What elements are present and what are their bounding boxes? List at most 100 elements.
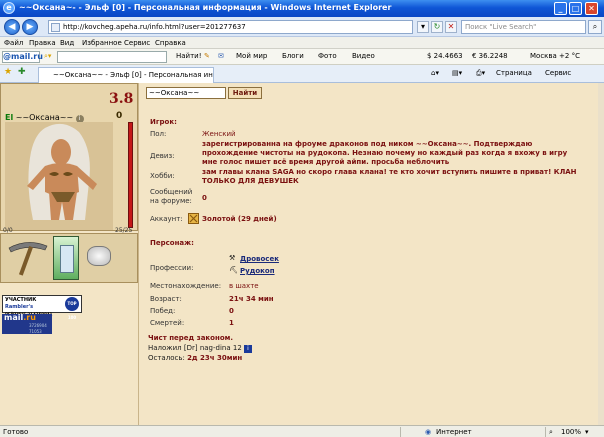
- zone-text: Интернет: [436, 428, 472, 436]
- location-value: в шахте: [229, 282, 259, 290]
- hobby-value: зам главы клана SAGA но скоро глава клан…: [202, 168, 577, 185]
- character-panel: 3.8 El ~~Оксана~~ i 0 0/0 25/25 УЧАСТНИК…: [0, 83, 139, 425]
- status-text: Готово: [3, 428, 29, 436]
- character-level: 3.8: [109, 91, 134, 107]
- imposed-prefix: Наложил: [148, 344, 182, 352]
- address-bar[interactable]: http://kovcheg.apeha.ru/info.html?user=2…: [48, 20, 413, 34]
- menu-bar: Файл Правка Вид Избранное Сервис Справка: [0, 37, 604, 49]
- add-favorites-icon[interactable]: ✚: [18, 67, 26, 77]
- title-bar: e ~~Оксана~- - Эльф [0] - Персональная и…: [0, 0, 604, 17]
- zoom-icon: ⌕: [549, 428, 553, 436]
- mailru-search-input[interactable]: [57, 51, 167, 63]
- mailru-counter[interactable]: mail.ru 3726904 71053: [2, 314, 52, 334]
- deaths-value: 1: [229, 319, 234, 327]
- nick-search-input[interactable]: ~~Оксана~~: [146, 87, 226, 99]
- stop-icon[interactable]: ✕: [445, 21, 457, 33]
- home-icon[interactable]: ⌂▾: [431, 69, 439, 77]
- lumberjack-icon: ⚒: [229, 254, 236, 262]
- forward-icon[interactable]: ▶: [22, 19, 38, 35]
- toolbar-blogs[interactable]: Блоги: [282, 52, 304, 60]
- pickaxe-icon[interactable]: [5, 238, 51, 278]
- account-label: Аккаунт:: [150, 215, 183, 223]
- menu-favorites[interactable]: Избранное: [82, 39, 122, 47]
- profession-lumberjack[interactable]: Дровосек: [240, 255, 279, 263]
- page-icon: [51, 23, 60, 32]
- player-header: Игрок:: [150, 118, 177, 126]
- motto-value: зарегистрированна на фроуме драконов под…: [202, 140, 568, 166]
- address-toolbar: ◀ ▶ http://kovcheg.apeha.ru/info.html?us…: [0, 17, 604, 37]
- account-value: Золотой (29 дней): [202, 215, 277, 223]
- page-menu[interactable]: Страница: [496, 69, 532, 77]
- wins-label: Побед:: [150, 307, 176, 315]
- race-tag: El: [5, 113, 14, 122]
- tab-current[interactable]: ~~Оксана~~ - Эльф [0] - Персональная инф…: [38, 67, 214, 83]
- menu-view[interactable]: Вид: [60, 39, 74, 47]
- zoom-dropdown-icon[interactable]: ▾: [585, 428, 589, 436]
- favorites-star-icon[interactable]: ★: [4, 67, 12, 77]
- character-name: ~~Оксана~~: [15, 113, 74, 122]
- character-header: Персонаж:: [150, 239, 194, 247]
- vertical-scrollbar[interactable]: [598, 83, 604, 425]
- address-url: http://kovcheg.apeha.ru/info.html?user=2…: [63, 23, 246, 31]
- user-info-icon[interactable]: i: [244, 345, 253, 353]
- menu-file[interactable]: Файл: [4, 39, 23, 47]
- feeds-icon[interactable]: ▤▾: [452, 69, 462, 77]
- remaining-label: Осталось:: [148, 354, 185, 362]
- deaths-label: Смертей:: [150, 319, 185, 327]
- weather[interactable]: Москва +2 °С: [530, 52, 580, 60]
- imposed-by[interactable]: [Dr] nag-dina 12: [184, 344, 242, 352]
- mailru-find-button[interactable]: Найти!: [176, 52, 202, 60]
- live-search-input[interactable]: Поиск "Live Search": [461, 20, 586, 34]
- dropdown-icon[interactable]: ▾: [417, 21, 429, 33]
- toolbar-photo[interactable]: Фото: [318, 52, 337, 60]
- minimize-button[interactable]: _: [554, 2, 567, 15]
- age-label: Возраст:: [150, 295, 182, 303]
- search-icon[interactable]: ⌕: [588, 20, 602, 34]
- character-zero: 0: [116, 111, 123, 121]
- ie-logo-icon: e: [3, 2, 15, 14]
- character-portrait: [5, 122, 113, 230]
- mailru-toolbar: @mail.ru ⌕▾ Найти! ✎ ✉ Мой мир Блоги Фот…: [0, 49, 604, 65]
- menu-help[interactable]: Справка: [155, 39, 186, 47]
- globe-icon: ◉: [425, 428, 432, 436]
- imposed-line: Наложил [Dr] nag-dina 12 i: [148, 344, 253, 353]
- top100-badge: TOP 100: [65, 297, 79, 320]
- info-column: Игрок: Пол: Женский Девиз: зарегистриров…: [140, 102, 598, 422]
- gender-label: Пол:: [150, 130, 167, 138]
- mail-icon[interactable]: ✉: [218, 52, 224, 60]
- health-bar: [128, 122, 133, 228]
- menu-edit[interactable]: Правка: [29, 39, 56, 47]
- age-value: 21ч 34 мин: [229, 295, 274, 303]
- scroll-icon[interactable]: [87, 246, 111, 266]
- equipment-slot[interactable]: [53, 236, 79, 280]
- motto-label: Девиз:: [150, 152, 175, 160]
- gender-value: Женский: [202, 130, 236, 138]
- tab-title: ~~Оксана~~ - Эльф [0] - Персональная инф…: [53, 71, 213, 79]
- equipment-row: [0, 233, 138, 283]
- mailru-counter-logo: mail.ru: [4, 313, 50, 322]
- toolbar-video[interactable]: Видео: [352, 52, 375, 60]
- zoom-level[interactable]: 100%: [561, 428, 581, 436]
- mailru-mail-text: mail: [4, 313, 24, 322]
- refresh-icon[interactable]: ↻: [431, 21, 443, 33]
- rambler-counter[interactable]: УЧАСТНИК Rambler's РЕЙТИНГ 214759041 TOP…: [2, 295, 82, 320]
- profession-miner[interactable]: Рудокоп: [240, 267, 275, 275]
- location-label: Местонахождение:: [150, 282, 222, 290]
- mailru-ru-text: .ru: [23, 313, 36, 322]
- remaining-line: Осталось: 2д 23ч 30мин: [148, 354, 242, 362]
- toolbar-my-world[interactable]: Мой мир: [236, 52, 267, 60]
- menu-tools[interactable]: Сервис: [124, 39, 150, 47]
- forum-label: Сообщений на форуме:: [150, 188, 193, 205]
- mailru-logo[interactable]: @mail.ru: [2, 51, 43, 63]
- tools-menu[interactable]: Сервис: [545, 69, 571, 77]
- wins-value: 0: [229, 307, 234, 315]
- find-button[interactable]: Найти: [228, 87, 262, 99]
- print-icon[interactable]: ⎙▾: [476, 69, 485, 78]
- close-button[interactable]: ✕: [585, 2, 598, 15]
- status-separator-2: [545, 427, 546, 437]
- search-engine-icon[interactable]: ⌕▾: [44, 52, 51, 61]
- back-icon[interactable]: ◀: [4, 19, 20, 35]
- maximize-button[interactable]: □: [569, 2, 582, 15]
- forum-value: 0: [202, 194, 207, 202]
- pencil-icon[interactable]: ✎: [204, 52, 210, 60]
